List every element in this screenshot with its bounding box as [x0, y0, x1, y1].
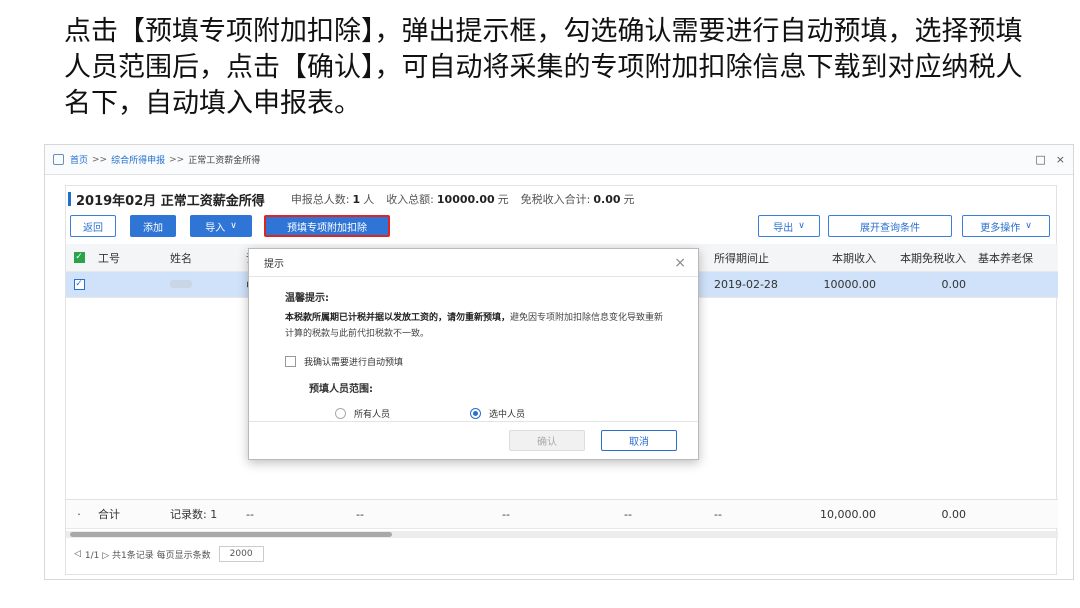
- col-header[interactable]: 所得期间止: [708, 250, 796, 266]
- income-unit: 元: [497, 193, 509, 206]
- home-icon[interactable]: [53, 154, 64, 165]
- radio-selected-label[interactable]: 选中人员: [489, 407, 525, 420]
- horizontal-scrollbar[interactable]: [66, 531, 1058, 538]
- radio-circle[interactable]: [335, 408, 346, 419]
- summary-row: · 合计 记录数: 1 -- -- -- -- -- 10,000.00 0.0…: [66, 499, 1058, 529]
- chevron-down-icon: ∨: [798, 221, 805, 231]
- page-title: 2019年02月 正常工资薪金所得: [76, 193, 265, 209]
- employee-name-redacted: [164, 278, 240, 291]
- col-header[interactable]: 本期免税收入: [882, 250, 972, 266]
- prefill-deduction-button[interactable]: 预填专项附加扣除: [264, 215, 390, 237]
- exempt-label: 免税收入合计:: [520, 193, 591, 206]
- income-value: 10000.00: [436, 192, 495, 206]
- confirm-prefill-label[interactable]: 我确认需要进行自动预填: [304, 355, 403, 368]
- summary-marker: ·: [77, 507, 81, 521]
- col-header[interactable]: 工号: [92, 250, 164, 266]
- import-button[interactable]: 导入 ∨: [190, 215, 252, 237]
- current-income: 10000.00: [823, 278, 877, 291]
- exempt-unit: 元: [623, 193, 635, 206]
- summary-income: 10,000.00: [820, 507, 876, 521]
- summary-header: 2019年02月 正常工资薪金所得 申报总人数: 1 人 收入总额: 10000…: [66, 188, 647, 210]
- breadcrumb-comprehensive-income[interactable]: 综合所得申报: [111, 153, 165, 166]
- close-icon[interactable]: ×: [674, 255, 686, 271]
- back-button[interactable]: 返回: [70, 215, 116, 237]
- cancel-button[interactable]: 取消: [601, 430, 677, 451]
- tip-text: 本税款所属期已计税并据以发放工资的，请勿重新预填，避免因专项附加扣除信息变化导致…: [285, 310, 665, 342]
- radio-all-label[interactable]: 所有人员: [354, 407, 390, 420]
- row-checkbox[interactable]: ✓: [73, 279, 85, 290]
- breadcrumb-home[interactable]: 首页: [70, 153, 88, 166]
- radio-all-staff[interactable]: 所有人员: [335, 407, 390, 420]
- dialog-header: 提示: [249, 249, 698, 277]
- count-value: 1: [352, 192, 361, 206]
- restore-icon[interactable]: □: [1035, 153, 1045, 166]
- confirm-prefill-option[interactable]: 我确认需要进行自动预填: [285, 355, 698, 368]
- summary-row-wrap: · 合计 记录数: 1 -- -- -- -- -- 10,000.00 0.0…: [66, 499, 1058, 529]
- tip-text-bold: 本税款所属期已计税并据以发放工资的，请勿重新预填，: [285, 313, 511, 323]
- range-radio-group: 所有人员 选中人员: [335, 407, 698, 420]
- radio-selected-staff[interactable]: 选中人员: [470, 407, 525, 420]
- export-label: 导出: [773, 222, 794, 234]
- period-end: 2019-02-28: [714, 278, 778, 291]
- income-label: 收入总额:: [386, 193, 434, 206]
- summary-exempt: 0.00: [941, 507, 967, 521]
- summary-dash: --: [714, 507, 722, 521]
- breadcrumb-separator: >>: [169, 154, 185, 165]
- record-count: 记录数: 1: [170, 508, 218, 521]
- close-icon[interactable]: ×: [1056, 153, 1065, 166]
- summary-label: 合计: [98, 508, 120, 521]
- page-size-select[interactable]: 2000: [218, 546, 264, 562]
- more-actions-label: 更多操作: [980, 222, 1021, 234]
- breadcrumb-separator: >>: [92, 154, 108, 165]
- exempt-value: 0.00: [593, 192, 621, 206]
- summary-dash: --: [356, 507, 364, 521]
- summary-dash: --: [246, 507, 254, 521]
- chevron-down-icon: ∨: [230, 221, 237, 231]
- breadcrumb: 首页 >> 综合所得申报 >> 正常工资薪金所得: [45, 145, 1073, 175]
- radio-circle-checked[interactable]: [470, 408, 482, 419]
- count-label: 申报总人数:: [290, 193, 350, 206]
- scrollbar-thumb[interactable]: [70, 532, 392, 537]
- col-header[interactable]: 基本养老保: [972, 250, 1058, 266]
- dialog-footer: 确认 取消: [249, 421, 698, 451]
- range-label: 预填人员范围:: [309, 384, 373, 395]
- confirm-prefill-checkbox[interactable]: [285, 356, 296, 367]
- col-header[interactable]: 姓名: [164, 250, 240, 266]
- more-actions-button[interactable]: 更多操作 ∨: [962, 215, 1050, 237]
- summary-dash: --: [624, 507, 632, 521]
- col-header[interactable]: 本期收入: [796, 250, 882, 266]
- window-controls: □ ×: [1035, 153, 1065, 166]
- dialog-body: 温馨提示: 本税款所属期已计税并据以发放工资的，请勿重新预填，避免因专项附加扣除…: [249, 277, 698, 420]
- current-exempt: 0.00: [941, 278, 967, 291]
- tip-title: 温馨提示:: [285, 293, 329, 304]
- pager-prev-icon[interactable]: ◁: [74, 549, 81, 559]
- chevron-down-icon: ∨: [1025, 221, 1032, 231]
- confirm-button[interactable]: 确认: [509, 430, 585, 451]
- redacted-blur: [170, 280, 192, 288]
- select-all-checkbox[interactable]: ✓: [73, 252, 85, 263]
- summary-dash: --: [502, 507, 510, 521]
- add-button[interactable]: 添加: [130, 215, 176, 237]
- pager-info: 1/1 ▷ 共1条记录 每页显示条数: [84, 550, 211, 561]
- breadcrumb-current: 正常工资薪金所得: [188, 156, 261, 166]
- instruction-caption: 点击【预填专项附加扣除】，弹出提示框，勾选确认需要进行自动预填，选择预填人员范围…: [64, 16, 1023, 119]
- export-button[interactable]: 导出 ∨: [758, 215, 820, 237]
- pagination: ◁ 1/1 ▷ 共1条记录 每页显示条数 2000: [74, 546, 264, 562]
- dialog-title: 提示: [264, 259, 284, 270]
- expand-query-button[interactable]: 展开查询条件: [828, 215, 952, 237]
- select-all-cell[interactable]: ✓: [66, 252, 92, 263]
- count-unit: 人: [363, 193, 375, 206]
- prefill-dialog: 提示 × 温馨提示: 本税款所属期已计税并据以发放工资的，请勿重新预填，避免因专…: [248, 248, 699, 460]
- import-label: 导入: [205, 222, 226, 234]
- row-select-cell[interactable]: ✓: [66, 279, 92, 290]
- title-accent-bar: [68, 192, 71, 206]
